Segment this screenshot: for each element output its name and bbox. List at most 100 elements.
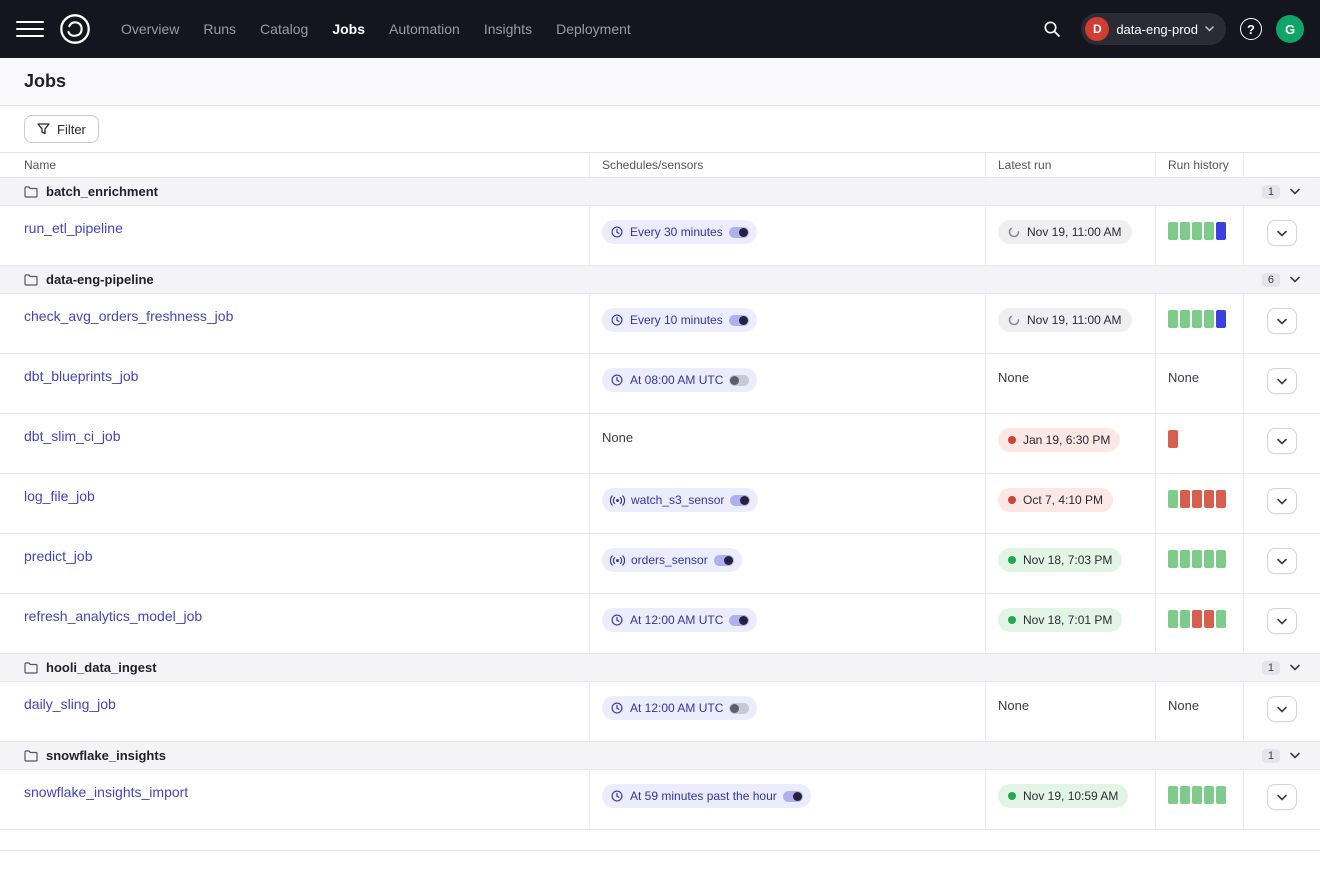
schedule-badge[interactable]: At 12:00 AM UTC [602,696,757,720]
job-group-row[interactable]: snowflake_insights 1 [0,742,1320,770]
group-collapse-button[interactable] [1288,186,1302,197]
menu-icon[interactable] [16,15,44,43]
schedule-toggle[interactable] [729,375,749,386]
group-collapse-button[interactable] [1288,750,1302,761]
schedule-badge[interactable]: At 08:00 AM UTC [602,368,757,392]
run-history-block[interactable] [1192,222,1202,240]
nav-item-overview[interactable]: Overview [110,13,190,45]
expand-row-button[interactable] [1267,608,1297,634]
run-history-block[interactable] [1204,490,1214,508]
nav-item-deployment[interactable]: Deployment [545,13,642,45]
group-collapse-button[interactable] [1288,274,1302,285]
run-history-block[interactable] [1168,786,1178,804]
run-history-block[interactable] [1204,222,1214,240]
latest-run-none: None [998,696,1029,713]
latest-run-badge[interactable]: Jan 19, 6:30 PM [998,428,1120,452]
run-history-block[interactable] [1204,610,1214,628]
run-history-block[interactable] [1216,610,1226,628]
expand-row-button[interactable] [1267,696,1297,722]
job-link[interactable]: refresh_analytics_model_job [24,608,202,624]
schedule-toggle[interactable] [729,615,749,626]
latest-run-badge[interactable]: Nov 19, 10:59 AM [998,784,1128,808]
run-history-block[interactable] [1168,490,1178,508]
latest-run-badge[interactable]: Nov 19, 11:00 AM [998,308,1132,332]
job-link[interactable]: predict_job [24,548,93,564]
run-history-block[interactable] [1204,786,1214,804]
schedule-toggle[interactable] [783,791,803,802]
schedule-toggle[interactable] [714,555,734,566]
run-history-block[interactable] [1180,786,1190,804]
run-history-none: None [1168,696,1199,713]
job-link[interactable]: snowflake_insights_import [24,784,188,800]
schedule-toggle[interactable] [730,495,750,506]
nav-item-jobs[interactable]: Jobs [321,13,376,45]
run-history-block[interactable] [1216,222,1226,240]
schedule-badge[interactable]: watch_s3_sensor [602,488,758,512]
jobs-table-body: batch_enrichment 1 run_etl_pipeline Ever… [0,178,1320,830]
run-history-block[interactable] [1180,490,1190,508]
job-group-row[interactable]: hooli_data_ingest 1 [0,654,1320,682]
run-history-block[interactable] [1192,610,1202,628]
expand-row-button[interactable] [1267,308,1297,334]
run-history-block[interactable] [1168,430,1178,448]
help-icon[interactable]: ? [1240,18,1262,40]
job-link[interactable]: run_etl_pipeline [24,220,123,236]
user-avatar[interactable]: G [1276,15,1304,43]
run-history-block[interactable] [1216,310,1226,328]
job-group-row[interactable]: data-eng-pipeline 6 [0,266,1320,294]
schedule-badge[interactable]: At 12:00 AM UTC [602,608,757,632]
dagster-logo-icon[interactable] [56,10,94,48]
schedule-badge[interactable]: Every 10 minutes [602,308,757,332]
run-history-block[interactable] [1192,310,1202,328]
expand-row-button[interactable] [1267,220,1297,246]
latest-run-badge[interactable]: Nov 19, 11:00 AM [998,220,1132,244]
run-history-block[interactable] [1180,310,1190,328]
run-history-block[interactable] [1168,310,1178,328]
run-history-block[interactable] [1192,490,1202,508]
folder-icon [24,662,38,674]
latest-run-badge[interactable]: Oct 7, 4:10 PM [998,488,1113,512]
run-history-block[interactable] [1216,786,1226,804]
schedule-toggle[interactable] [729,227,749,238]
main-nav: Overview Runs Catalog Jobs Automation In… [110,13,642,45]
nav-item-insights[interactable]: Insights [473,13,543,45]
nav-item-catalog[interactable]: Catalog [249,13,319,45]
job-link[interactable]: daily_sling_job [24,696,116,712]
latest-run-badge[interactable]: Nov 18, 7:03 PM [998,548,1122,572]
run-history-block[interactable] [1192,550,1202,568]
run-history-block[interactable] [1204,550,1214,568]
run-history-block[interactable] [1204,310,1214,328]
run-history-block[interactable] [1192,786,1202,804]
schedule-toggle[interactable] [729,703,749,714]
schedule-badge[interactable]: orders_sensor [602,548,742,572]
run-history-block[interactable] [1180,550,1190,568]
run-history-block[interactable] [1180,610,1190,628]
search-icon[interactable] [1037,14,1067,44]
job-group-row[interactable]: batch_enrichment 1 [0,178,1320,206]
expand-row-button[interactable] [1267,488,1297,514]
run-history-block[interactable] [1216,550,1226,568]
expand-row-button[interactable] [1267,784,1297,810]
run-history-block[interactable] [1168,222,1178,240]
run-history-block[interactable] [1216,490,1226,508]
group-collapse-button[interactable] [1288,662,1302,673]
schedule-toggle[interactable] [729,315,749,326]
expand-row-button[interactable] [1267,368,1297,394]
run-history-block[interactable] [1168,610,1178,628]
schedule-badge[interactable]: Every 30 minutes [602,220,757,244]
job-link[interactable]: dbt_blueprints_job [24,368,138,384]
expand-row-button[interactable] [1267,428,1297,454]
nav-item-runs[interactable]: Runs [192,13,247,45]
schedule-badge[interactable]: At 59 minutes past the hour [602,784,811,808]
job-link[interactable]: dbt_slim_ci_job [24,428,121,444]
run-history-block[interactable] [1180,222,1190,240]
nav-item-automation[interactable]: Automation [378,13,471,45]
run-history-block[interactable] [1168,550,1178,568]
job-link[interactable]: log_file_job [24,488,95,504]
latest-run-badge[interactable]: Nov 18, 7:01 PM [998,608,1122,632]
filter-button[interactable]: Filter [24,115,99,143]
status-dot [1008,436,1016,444]
job-link[interactable]: check_avg_orders_freshness_job [24,308,233,324]
deployment-switcher[interactable]: D data-eng-prod [1081,13,1226,45]
expand-row-button[interactable] [1267,548,1297,574]
